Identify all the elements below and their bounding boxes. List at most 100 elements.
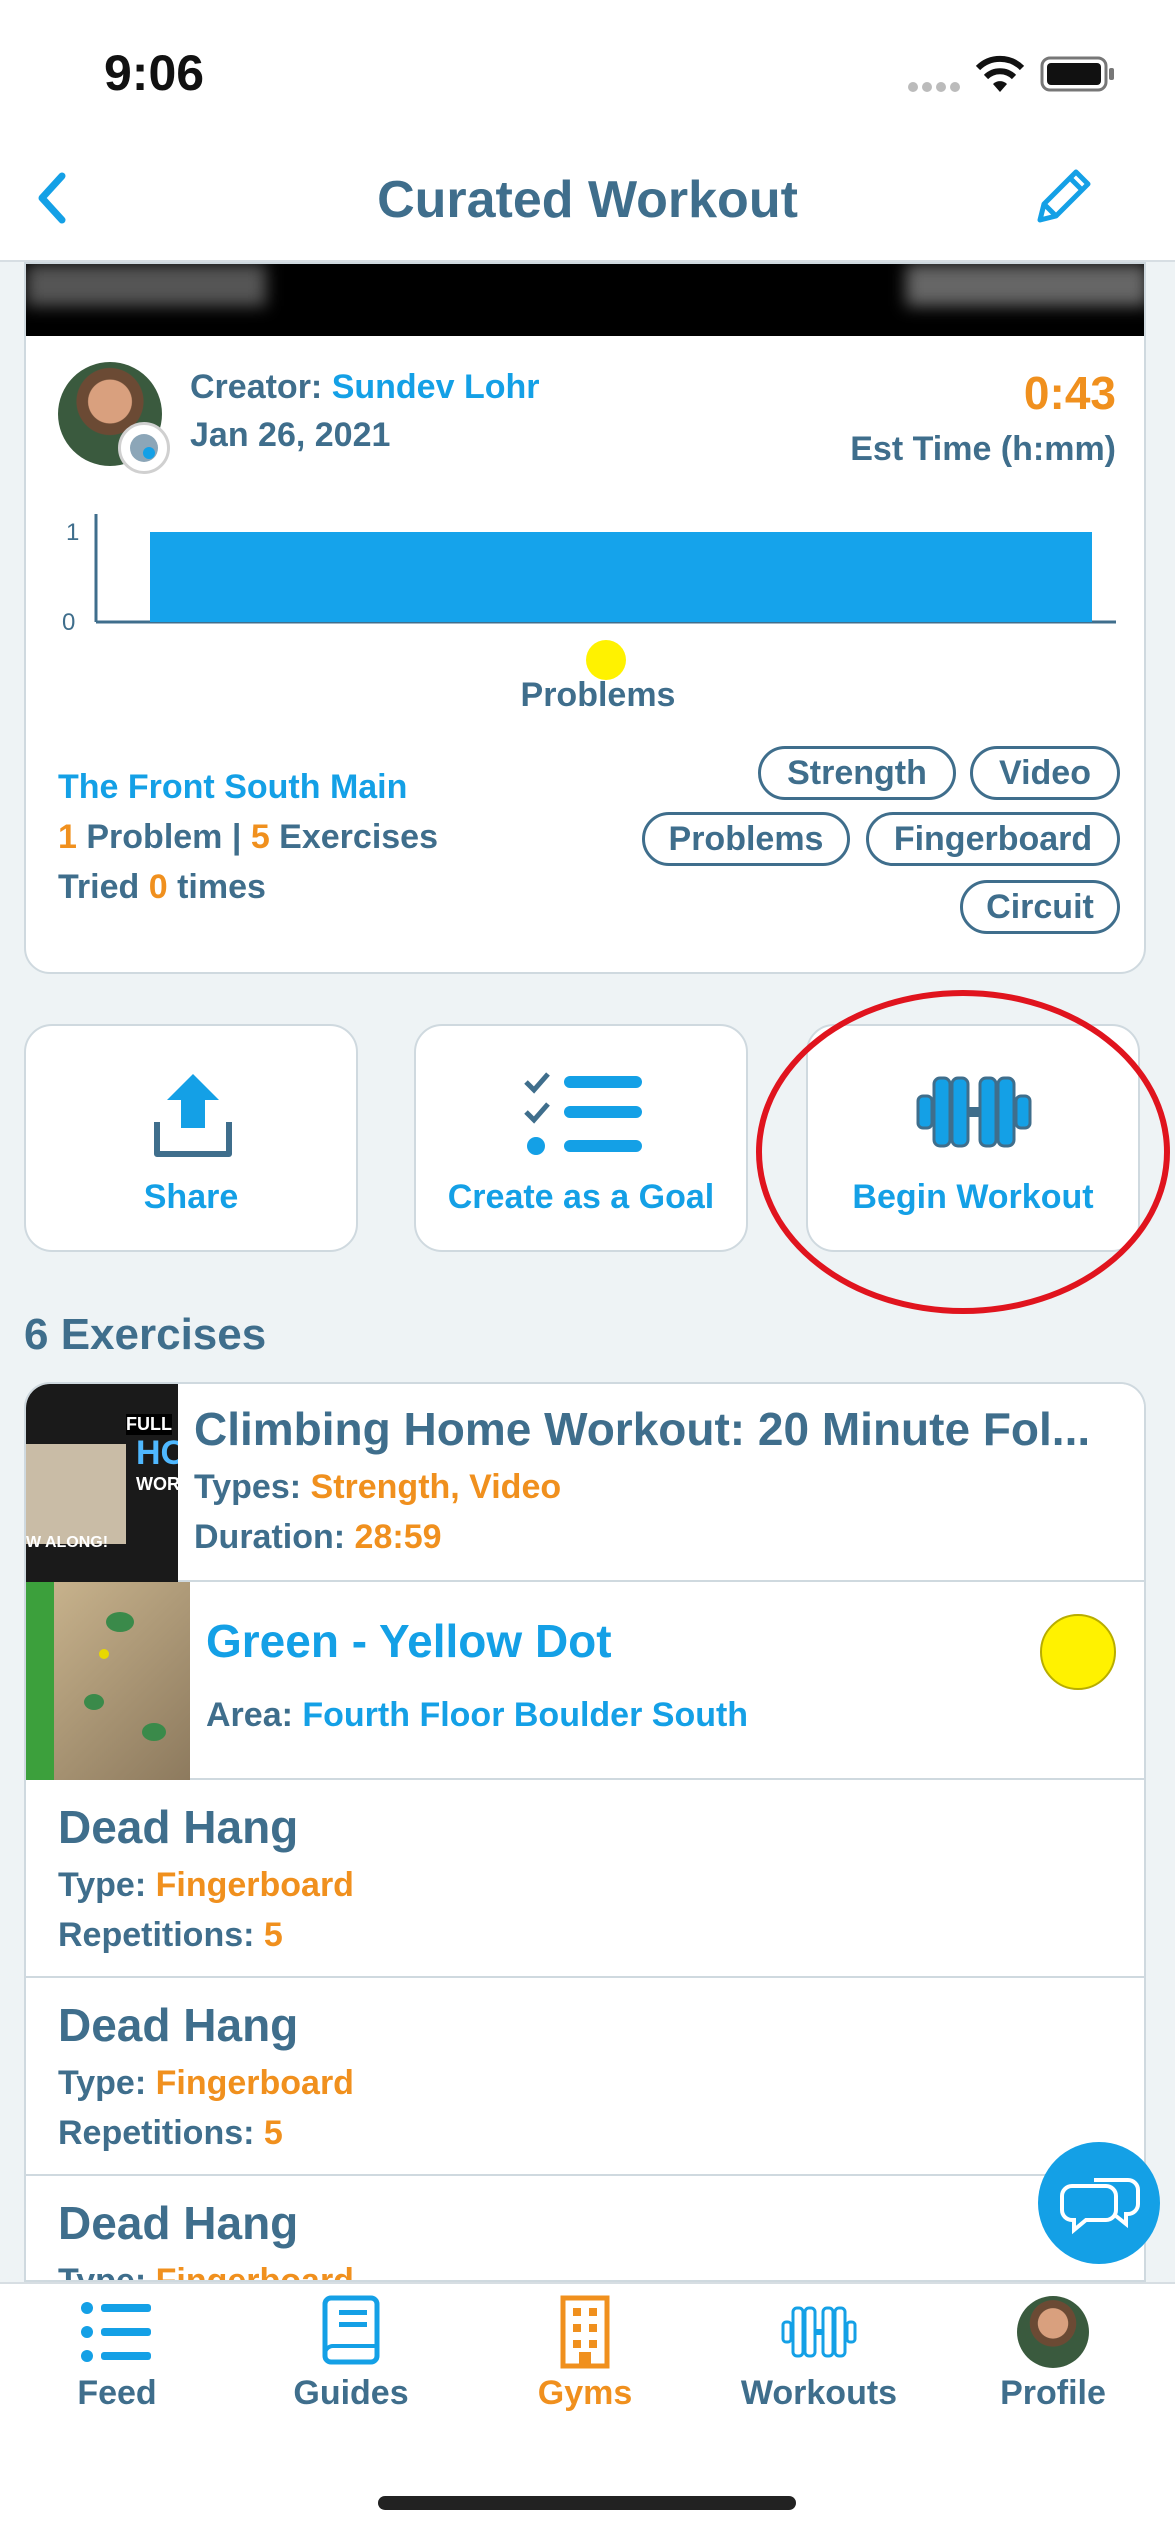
status-time: 9:06: [104, 45, 205, 101]
tab-label: Workouts: [740, 2374, 898, 2412]
video-thumbnail-blur: [26, 264, 266, 306]
book-icon: [322, 2295, 380, 2365]
battery-icon: [1040, 56, 1116, 92]
checklist-icon: [520, 1070, 646, 1160]
gym-link[interactable]: The Front South Main: [58, 768, 407, 807]
chart-y-tick: 0: [62, 609, 75, 636]
exercise-row-fingerboard[interactable]: Dead Hang Type: Fingerboard: [26, 2176, 1144, 2282]
share-button[interactable]: Share: [24, 1024, 358, 1252]
exercise-type: Type: Fingerboard: [58, 1866, 354, 1905]
video-thumbnail-blur: [906, 264, 1144, 306]
type-value: Fingerboard: [155, 2064, 354, 2102]
create-goal-button[interactable]: Create as a Goal: [414, 1024, 748, 1252]
exercise-row-fingerboard[interactable]: Dead Hang Type: Fingerboard Repetitions:…: [26, 1978, 1144, 2176]
building-icon: [560, 2295, 610, 2369]
tab-guides[interactable]: Guides: [251, 2290, 451, 2420]
verified-badge-icon: [118, 422, 170, 474]
created-date: Jan 26, 2021: [190, 416, 391, 454]
tried-suffix: times: [167, 868, 266, 906]
highlight-ring: [756, 990, 1170, 1314]
exercise-type: Type: Fingerboard: [58, 2064, 354, 2103]
type-key: Type:: [58, 2064, 156, 2102]
create-goal-label: Create as a Goal: [447, 1178, 715, 1216]
chart-bar: [150, 532, 1092, 622]
tag-problems[interactable]: Problems: [642, 812, 850, 866]
type-value: Fingerboard: [155, 1866, 354, 1904]
problem-title-link[interactable]: Green - Yellow Dot: [206, 1614, 612, 1668]
reps-key: Repetitions:: [58, 1916, 264, 1954]
exercise-title: Dead Hang: [58, 1801, 299, 1853]
tab-label: Guides: [293, 2374, 409, 2412]
exercise-repetitions: Repetitions: 5: [58, 2114, 283, 2153]
problem-photo: [54, 1582, 190, 1780]
exercise-list: FULL HO WORK W ALONG! Climbing Home Work…: [24, 1382, 1146, 2282]
thumbnail-caption: WORK: [136, 1474, 178, 1494]
duration-value: 28:59: [354, 1518, 442, 1556]
exercise-duration: Duration: 28:59: [194, 1518, 442, 1557]
exercise-row-video[interactable]: FULL HO WORK W ALONG! Climbing Home Work…: [26, 1384, 1144, 1582]
wifi-icon: [974, 54, 1026, 94]
tried-prefix: Tried: [58, 868, 149, 906]
exercise-repetitions: Repetitions: 5: [58, 1916, 283, 1955]
share-upload-icon: [149, 1066, 237, 1162]
creator-prefix: Creator:: [190, 368, 332, 406]
hold-color-dot: [1040, 1614, 1116, 1690]
dumbbell-icon: [781, 2306, 857, 2358]
types-value: Strength, Video: [310, 1468, 562, 1506]
types-key: Types:: [194, 1468, 311, 1506]
problem-label: Problem |: [76, 818, 251, 856]
exercise-types: Types: Strength, Video: [194, 1468, 561, 1507]
type-key: Type:: [58, 1866, 156, 1904]
tab-gyms[interactable]: Gyms: [485, 2290, 685, 2420]
reps-value: 5: [263, 1916, 283, 1954]
problem-grade-chart: 1 0: [62, 514, 1116, 680]
exercises-heading: 6 Exercises: [24, 1310, 267, 1359]
reps-value: 5: [263, 2114, 283, 2152]
type-key: Type:: [58, 2262, 156, 2282]
chat-fab[interactable]: [1038, 2142, 1160, 2264]
edit-pencil-icon[interactable]: [1030, 164, 1096, 230]
exercise-title: Climbing Home Workout: 20 Minute Fol...: [194, 1403, 1091, 1455]
chart-y-tick: 1: [66, 519, 79, 546]
share-label: Share: [143, 1178, 239, 1216]
tag-circuit[interactable]: Circuit: [960, 880, 1120, 934]
tried-line: Tried 0 times: [58, 868, 266, 907]
home-indicator: [378, 2496, 796, 2510]
thumbnail-scene: [26, 1444, 126, 1544]
area-value-link[interactable]: Fourth Floor Boulder South: [302, 1696, 748, 1734]
duration-key: Duration:: [194, 1518, 355, 1556]
avatar: [1017, 2296, 1089, 2368]
exercise-row-fingerboard[interactable]: Dead Hang Type: Fingerboard Repetitions:…: [26, 1780, 1144, 1978]
area-key: Area:: [206, 1696, 303, 1734]
tag-strength[interactable]: Strength: [758, 746, 956, 800]
grade-color-bar: [26, 1582, 54, 1780]
video-preview-strip[interactable]: [26, 264, 1144, 336]
tried-count: 0: [148, 868, 168, 906]
est-time-value: 0:43: [1023, 367, 1116, 419]
list-icon: [81, 2302, 151, 2362]
est-time-label: Est Time (h:mm): [850, 430, 1116, 468]
tab-profile[interactable]: Profile: [953, 2290, 1153, 2420]
chart-x-label: Problems: [520, 676, 676, 714]
page-title: Curated Workout: [377, 171, 798, 229]
exercise-row-problem[interactable]: Green - Yellow Dot Area: Fourth Floor Bo…: [26, 1582, 1144, 1780]
thumbnail-caption: HO: [136, 1434, 178, 1472]
thumbnail-caption: FULL: [126, 1414, 172, 1435]
tab-workouts[interactable]: Workouts: [719, 2290, 919, 2420]
tab-label: Profile: [1000, 2374, 1106, 2412]
exercise-title: Dead Hang: [58, 2197, 299, 2249]
exercise-title: Dead Hang: [58, 1999, 299, 2051]
tab-feed[interactable]: Feed: [17, 2290, 217, 2420]
chat-bubbles-icon: [1060, 2178, 1140, 2235]
problem-count: 1: [58, 818, 77, 856]
creator-name-link[interactable]: Sundev Lohr: [332, 368, 540, 406]
signal-icon: [908, 80, 960, 94]
exercise-count: 5: [250, 818, 270, 856]
creator-line: Creator: Sundev Lohr: [190, 368, 540, 407]
tag-video[interactable]: Video: [970, 746, 1120, 800]
exercise-type: Type: Fingerboard: [58, 2262, 354, 2282]
tag-fingerboard[interactable]: Fingerboard: [866, 812, 1120, 866]
video-thumbnail: FULL HO WORK W ALONG!: [26, 1384, 178, 1582]
reps-key: Repetitions:: [58, 2114, 264, 2152]
yellow-dot-marker: [586, 640, 626, 680]
